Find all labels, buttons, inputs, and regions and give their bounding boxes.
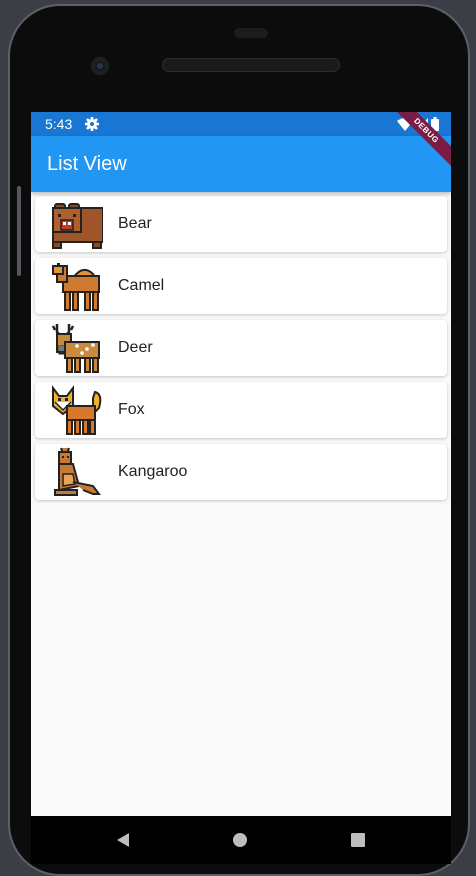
back-icon[interactable]: [115, 832, 131, 848]
status-time: 5:43: [45, 116, 73, 132]
list-item-bear[interactable]: Bear: [35, 196, 447, 252]
list-item-deer[interactable]: Deer: [35, 320, 447, 376]
animal-list: Bear Camel Deer Fox Kangaroo: [31, 192, 451, 506]
list-item-label: Camel: [118, 277, 165, 294]
list-item-label: Deer: [118, 339, 153, 356]
bear-icon: [52, 203, 103, 249]
list-item-kangaroo[interactable]: Kangaroo: [35, 444, 447, 500]
list-item-fox[interactable]: Fox: [35, 382, 447, 438]
kangaroo-icon: [54, 447, 101, 496]
recent-apps-icon[interactable]: [351, 833, 365, 847]
home-icon[interactable]: [233, 833, 247, 847]
list-item-label: Kangaroo: [118, 463, 188, 480]
camel-icon: [52, 263, 100, 311]
phone-side-button: [17, 186, 21, 276]
deer-icon: [51, 324, 100, 373]
phone-earpiece: [234, 28, 268, 38]
app-bar: List View: [31, 136, 451, 192]
system-nav-bar: [31, 816, 451, 864]
list-item-label: Bear: [118, 215, 152, 232]
front-camera: [91, 57, 109, 75]
page-title: List View: [47, 153, 127, 175]
list-item-label: Fox: [118, 401, 145, 418]
fox-icon: [52, 385, 102, 435]
app-screen: 5:43 List View DEBUG Bear Camel Deer Fox…: [31, 112, 451, 816]
settings-gear-icon: [85, 117, 99, 131]
status-bar: 5:43: [31, 112, 451, 136]
phone-speaker-grille: [162, 58, 340, 72]
list-item-camel[interactable]: Camel: [35, 258, 447, 314]
